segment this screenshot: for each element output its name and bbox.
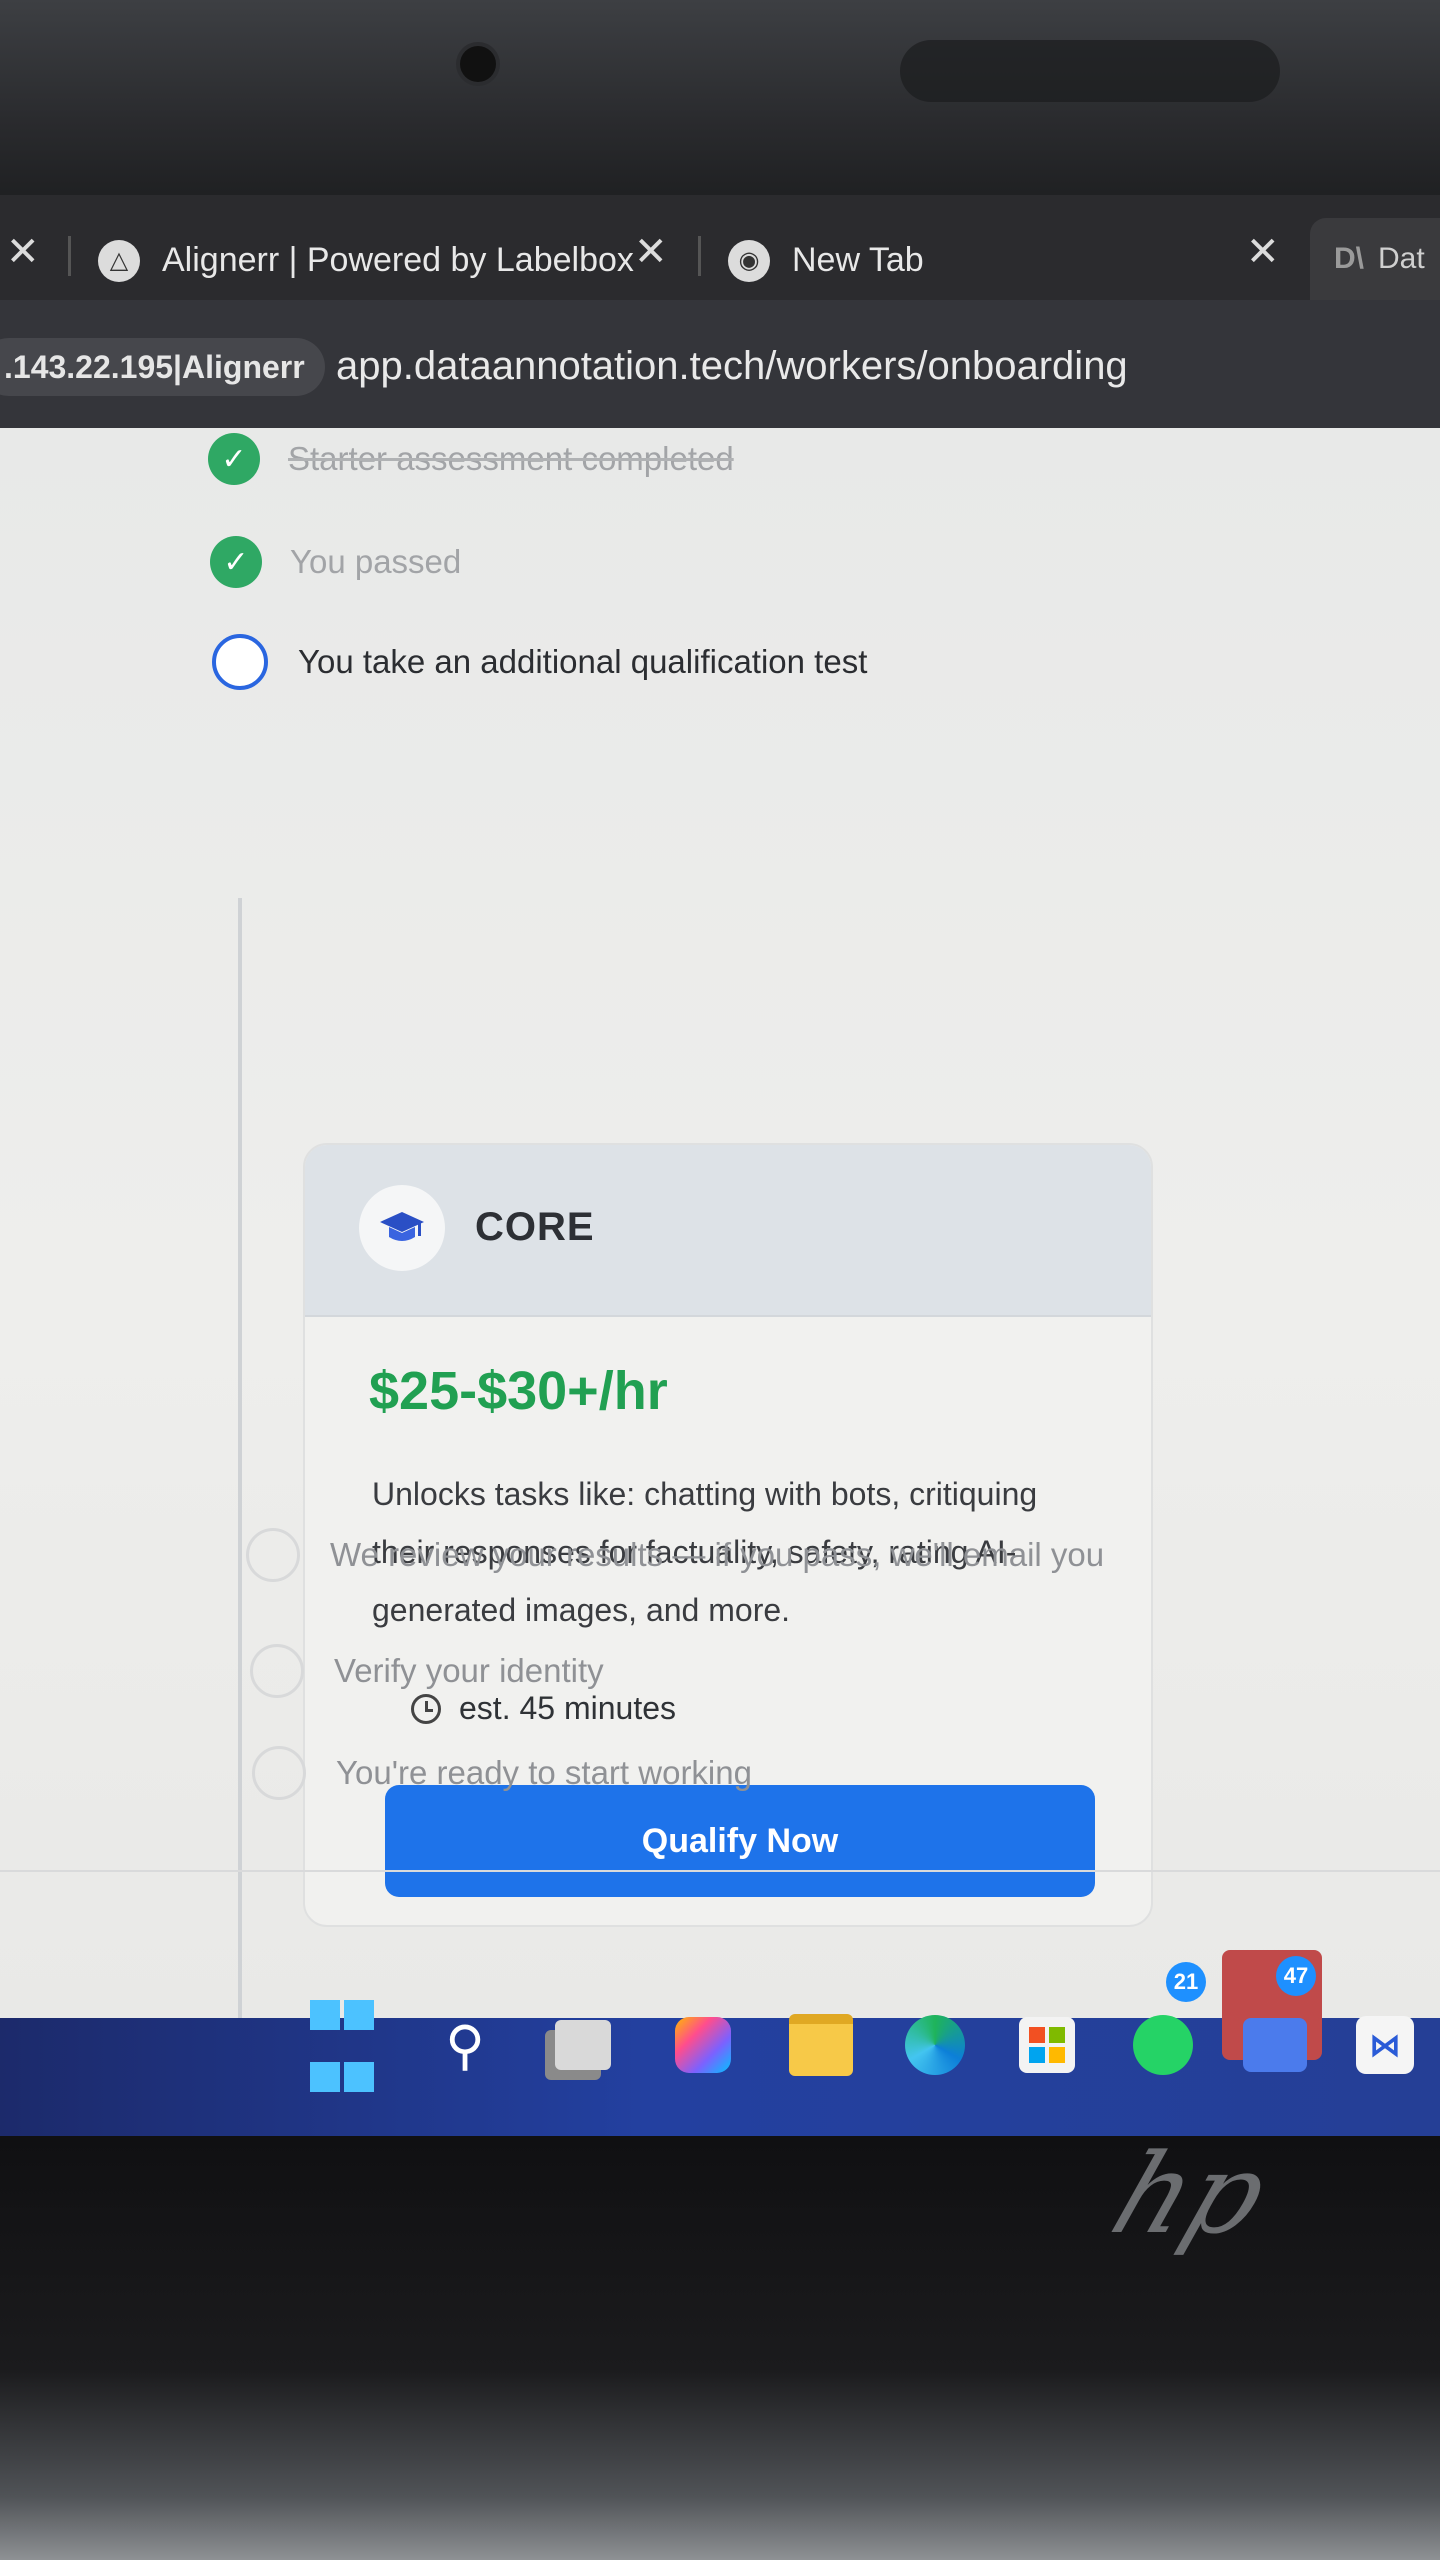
step-passed: ✓ You passed — [210, 536, 461, 588]
store-icon[interactable] — [1012, 2010, 1082, 2080]
card-header: CORE — [305, 1145, 1151, 1317]
tab-alignerr[interactable]: △ Alignerr | Powered by Labelbox — [98, 208, 634, 313]
chrome-icon: ◉ — [728, 239, 770, 282]
whatsapp-icon[interactable] — [1128, 2010, 1198, 2080]
check-circle-icon: ✓ — [208, 433, 260, 485]
step-label: You take an additional qualification tes… — [298, 643, 868, 680]
step-review-results: We review your results — if you pass, we… — [246, 1528, 1104, 1582]
clock-icon — [411, 1693, 441, 1724]
webcam — [460, 46, 496, 82]
tab-title: Alignerr | Powered by Labelbox — [162, 241, 634, 279]
task-view-icon[interactable] — [548, 2010, 618, 2080]
site-chip[interactable]: .143.22.195|Alignerr — [0, 338, 325, 396]
close-tab-icon[interactable]: ✕ — [6, 232, 40, 272]
graduation-cap-icon — [359, 1185, 445, 1271]
pending-step-icon — [252, 1746, 306, 1800]
card-title: CORE — [475, 1205, 595, 1249]
step-starter-assessment: ✓ Starter assessment completed — [208, 433, 734, 485]
webcam-sensor — [900, 40, 1280, 102]
step-label: We review your results — if you pass, we… — [330, 1536, 1105, 1573]
step-label: You're ready to start working — [336, 1754, 752, 1791]
app-icon[interactable]: ⋈ — [1350, 2010, 1420, 2080]
close-tab-icon[interactable]: ✕ — [634, 232, 668, 272]
tab-separator — [68, 236, 71, 276]
tab-separator — [698, 236, 701, 276]
step-qualification-test: You take an additional qualification tes… — [212, 634, 867, 690]
qualify-now-button[interactable]: Qualify Now — [385, 1785, 1095, 1897]
file-explorer-icon[interactable] — [786, 2010, 856, 2080]
timeline-line — [238, 898, 242, 2198]
check-circle-icon: ✓ — [210, 536, 262, 588]
alignerr-logo-icon: △ — [98, 239, 140, 282]
tab-new-tab[interactable]: ◉ New Tab — [728, 208, 924, 313]
close-tab-icon[interactable]: ✕ — [1246, 232, 1280, 272]
current-step-icon — [212, 634, 268, 690]
page-divider — [0, 1870, 1440, 1872]
edge-icon[interactable] — [900, 2010, 970, 2080]
copilot-icon[interactable] — [668, 2010, 738, 2080]
pending-step-icon — [246, 1528, 300, 1582]
address-bar: .143.22.195|Alignerr app.dataannotation.… — [0, 300, 1440, 428]
search-icon[interactable]: ⚲ — [430, 2010, 500, 2080]
teams-badge: 47 — [1276, 1956, 1316, 1996]
url-input[interactable]: app.dataannotation.tech/workers/onboardi… — [336, 344, 1128, 389]
teams-icon[interactable] — [1240, 2010, 1310, 2080]
tab-title: New Tab — [792, 241, 924, 279]
step-verify-identity: Verify your identity — [250, 1644, 604, 1698]
dataannotation-icon: D\ — [1334, 242, 1364, 275]
pending-step-icon — [250, 1644, 304, 1698]
step-label: Verify your identity — [334, 1652, 604, 1689]
tab-dataannotation[interactable]: D\ Dat — [1310, 218, 1440, 300]
onboarding-page: ✓ Starter assessment completed ✓ You pas… — [0, 428, 1440, 2198]
windows-start-icon[interactable] — [308, 2000, 378, 2092]
step-label: You passed — [290, 543, 462, 580]
tab-title: Dat — [1378, 242, 1425, 275]
step-ready-to-work: You're ready to start working — [252, 1746, 752, 1800]
whatsapp-badge: 21 — [1166, 1962, 1206, 2002]
step-label: Starter assessment completed — [288, 440, 734, 477]
hourly-rate: $25-$30+/hr — [369, 1361, 668, 1421]
